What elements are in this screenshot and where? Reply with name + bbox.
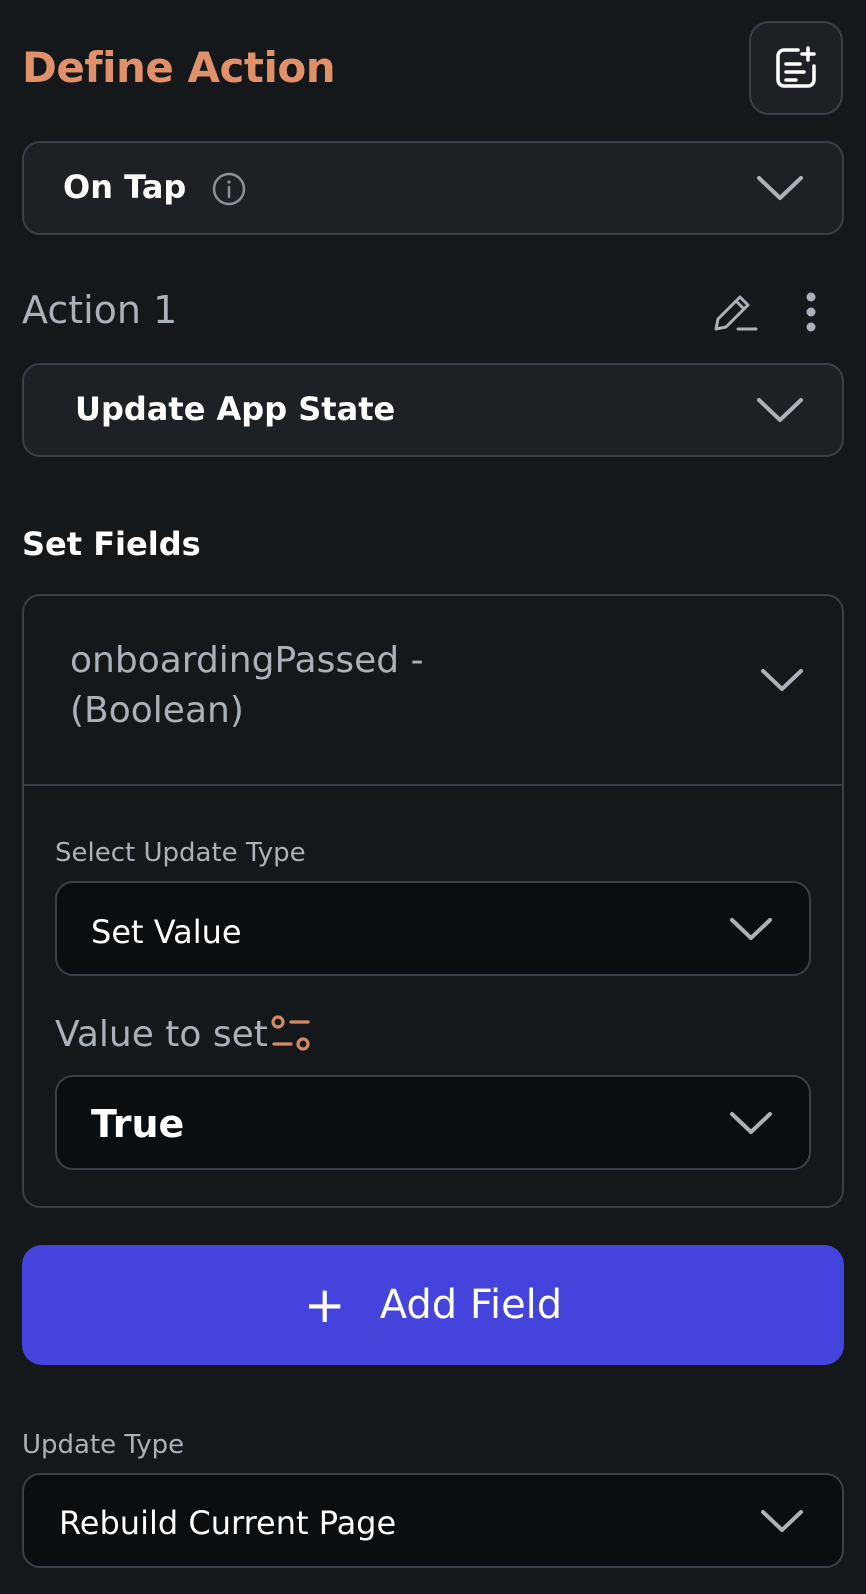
chevron-down-icon	[730, 1111, 772, 1134]
more-vertical-icon[interactable]	[803, 292, 819, 332]
update-type-select-value: Set Value	[91, 913, 242, 951]
add-field-button[interactable]: + Add Field	[22, 1245, 844, 1365]
chevron-down-icon	[757, 398, 803, 422]
notes-add-icon	[776, 46, 816, 88]
page-title: Define Action	[22, 43, 336, 92]
chevron-down-icon[interactable]	[760, 667, 804, 693]
set-fields-heading: Set Fields	[22, 525, 201, 563]
action-title: Action 1	[22, 288, 178, 332]
field-name[interactable]: onboardingPassed - (Boolean)	[70, 636, 490, 736]
chevron-down-icon	[730, 917, 772, 940]
update-type-value: Rebuild Current Page	[59, 1504, 397, 1542]
divider	[24, 784, 842, 786]
plus-icon: +	[303, 1276, 346, 1334]
chevron-down-icon	[757, 176, 803, 200]
action-type-dropdown[interactable]: Update App State	[22, 363, 844, 457]
add-note-button[interactable]	[749, 21, 843, 115]
value-dropdown[interactable]: True	[55, 1075, 811, 1170]
update-type-select[interactable]: Set Value	[55, 881, 811, 976]
info-icon[interactable]	[212, 172, 246, 206]
action-type-label: Update App State	[75, 390, 396, 428]
value-to-set-label: Value to set	[55, 1014, 268, 1055]
tune-variable-icon[interactable]	[271, 1014, 313, 1054]
update-type-dropdown[interactable]: Rebuild Current Page	[22, 1473, 844, 1568]
add-field-label: Add Field	[379, 1282, 563, 1328]
chevron-down-icon	[761, 1509, 803, 1532]
trigger-dropdown[interactable]: On Tap	[22, 141, 844, 235]
value-dropdown-value: True	[91, 1102, 185, 1146]
edit-icon[interactable]	[712, 289, 758, 333]
update-type-select-label: Select Update Type	[55, 838, 306, 868]
update-type-label: Update Type	[22, 1430, 185, 1460]
trigger-label: On Tap	[63, 168, 187, 206]
